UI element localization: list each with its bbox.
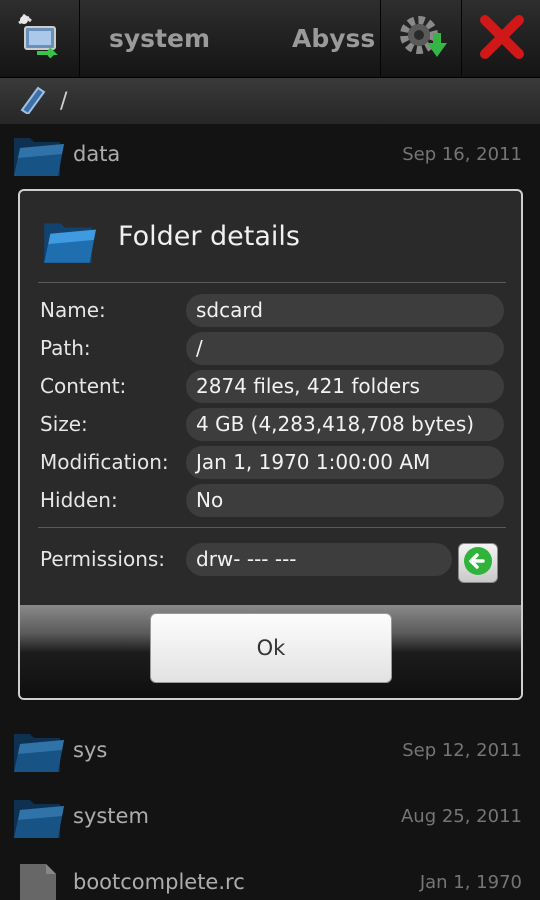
device-icon [14,84,46,118]
settings-button[interactable] [382,0,462,78]
detail-label: Size: [40,412,88,436]
tab-abyss[interactable]: Abyss [292,24,375,53]
network-button[interactable] [0,0,80,78]
divider [38,527,506,528]
folder-details-dialog: Folder details Name: sdcard Path: / Cont… [18,189,523,700]
gear-download-icon [395,11,449,67]
detail-value: / [186,332,504,365]
permissions-value: drw- --- --- [186,543,452,576]
tab-strip: system Abyss [81,0,381,78]
ok-button[interactable]: Ok [150,613,392,683]
breadcrumb-path[interactable]: / [60,89,67,114]
detail-row-hidden: Hidden: No [20,484,521,518]
arrow-left-icon [463,546,493,580]
detail-value: 2874 files, 421 folders [186,370,504,403]
detail-row-name: Name: sdcard [20,294,521,328]
breadcrumb[interactable]: / [0,78,540,124]
tab-system[interactable]: system [109,24,210,53]
permissions-label: Permissions: [40,547,166,571]
detail-value: 4 GB (4,283,418,708 bytes) [186,408,504,441]
detail-label: Modification: [40,450,169,474]
detail-value: sdcard [186,294,504,327]
detail-value: No [186,484,504,517]
network-icon [15,13,65,65]
close-icon [479,14,525,64]
detail-row-permissions: Permissions: drw- --- --- [20,543,521,577]
detail-row-path: Path: / [20,332,521,366]
dialog-header: Folder details [20,191,521,283]
detail-row-content: Content: 2874 files, 421 folders [20,370,521,404]
dialog-footer: Ok [20,605,521,698]
edit-permissions-button[interactable] [458,543,498,583]
detail-row-size: Size: 4 GB (4,283,418,708 bytes) [20,408,521,442]
close-button[interactable] [463,0,540,78]
detail-label: Hidden: [40,488,118,512]
detail-label: Name: [40,298,106,322]
divider [38,282,506,283]
detail-label: Content: [40,374,127,398]
folder-icon [40,217,98,271]
detail-value: Jan 1, 1970 1:00:00 AM [186,446,504,479]
detail-label: Path: [40,336,91,360]
top-toolbar: system Abyss [0,0,540,78]
detail-row-modification: Modification: Jan 1, 1970 1:00:00 AM [20,446,521,480]
dialog-title: Folder details [118,221,300,252]
